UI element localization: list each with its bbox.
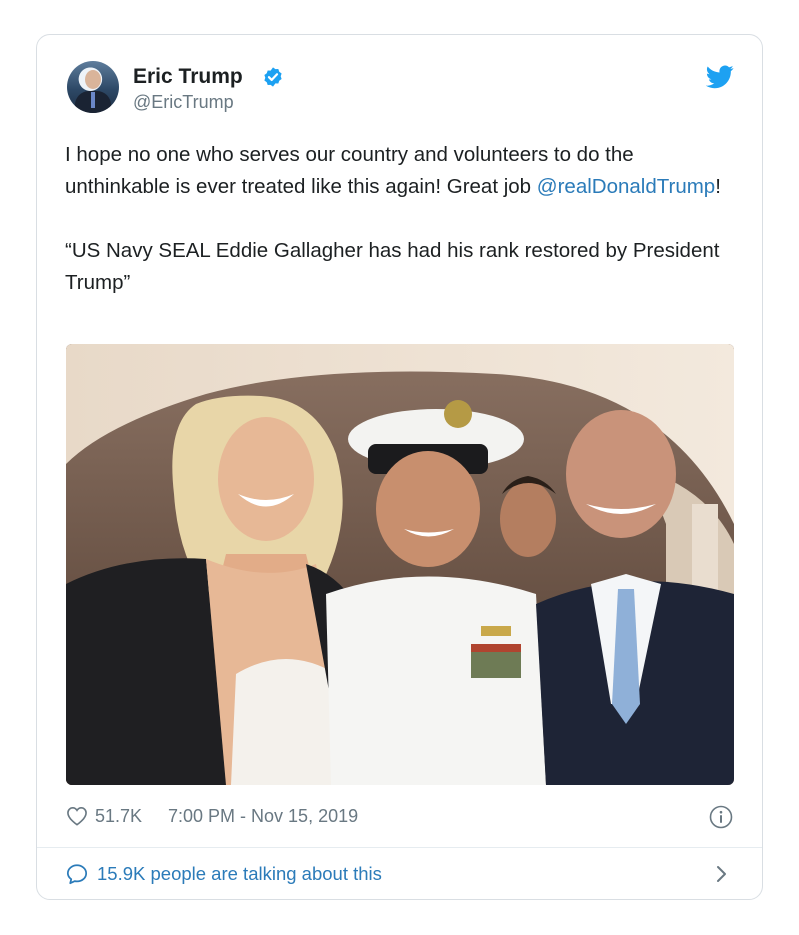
- mention-link[interactable]: @realDonaldTrump: [537, 175, 715, 198]
- avatar-head: [85, 70, 101, 89]
- twitter-bird-icon[interactable]: [706, 65, 734, 89]
- tweet-text: I hope no one who serves our country and…: [65, 139, 725, 299]
- tweet-footer: 51.7K 7:00 PM - Nov 15, 2019: [66, 805, 734, 829]
- author-name[interactable]: Eric Trump: [133, 65, 243, 89]
- speech-bubble-icon: [66, 864, 88, 885]
- like-count[interactable]: 51.7K: [95, 806, 142, 827]
- conversation-count[interactable]: 15.9K people are talking about this: [97, 863, 382, 885]
- photo-illustration: [66, 344, 734, 785]
- heart-icon[interactable]: [66, 806, 88, 826]
- avatar[interactable]: [67, 61, 119, 113]
- avatar-tie: [91, 92, 95, 108]
- info-icon[interactable]: [709, 805, 733, 829]
- tweet-timestamp[interactable]: 7:00 PM - Nov 15, 2019: [168, 806, 358, 827]
- verified-badge-icon: [264, 67, 282, 87]
- tweet-body: I hope no one who serves our country and…: [65, 139, 725, 203]
- author-handle[interactable]: @EricTrump: [133, 92, 234, 113]
- conversation-link[interactable]: 15.9K people are talking about this: [66, 861, 734, 887]
- divider: [37, 847, 762, 848]
- tweet-quote: “US Navy SEAL Eddie Gallagher has had hi…: [65, 239, 720, 294]
- chevron-right-icon[interactable]: [714, 864, 728, 884]
- tweet-card: Eric Trump @EricTrump I hope no one who …: [36, 34, 763, 900]
- tweet-photo[interactable]: [66, 344, 734, 785]
- tweet-body-suffix: !: [715, 175, 721, 198]
